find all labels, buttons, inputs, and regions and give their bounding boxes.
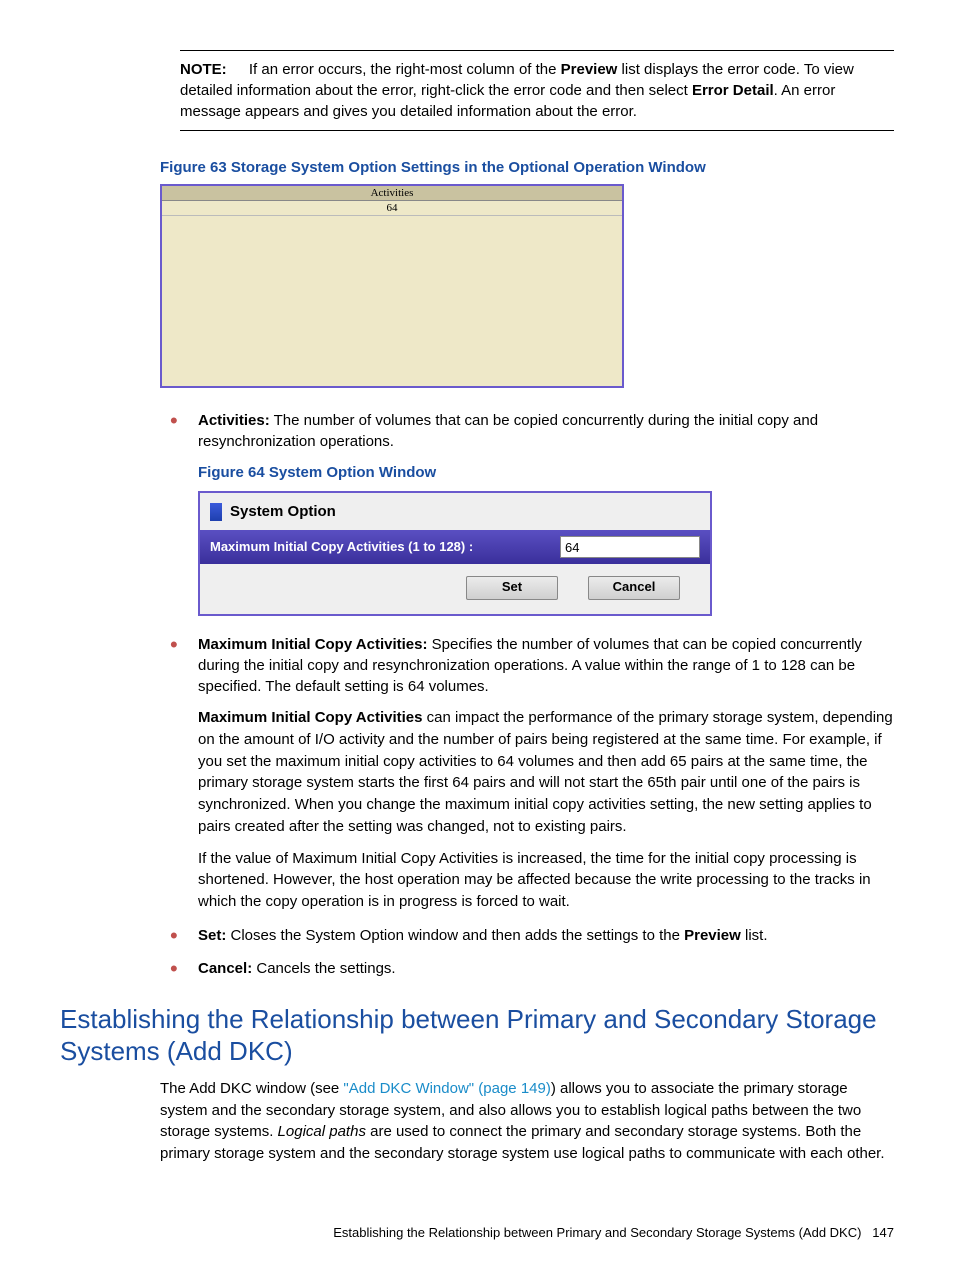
set-t1: Closes the System Option window and then… — [226, 927, 684, 944]
note-error-detail: Error Detail — [692, 82, 774, 99]
mica-p2: Maximum Initial Copy Activities can impa… — [198, 707, 894, 838]
figure-63-caption: Figure 63 Storage System Option Settings… — [160, 159, 894, 176]
activities-text: The number of volumes that can be copied… — [198, 412, 818, 450]
note-text-1: If an error occurs, the right-most colum… — [249, 61, 561, 78]
figure-64-block: Figure 64 System Option Window System Op… — [198, 462, 894, 616]
figure-63-header: Activities — [162, 186, 622, 201]
set-button[interactable]: Set — [466, 576, 558, 600]
field-label: Maximum Initial Copy Activities (1 to 12… — [210, 538, 473, 556]
cancel-label: Cancel: — [198, 960, 252, 977]
title-icon — [210, 503, 222, 521]
list-item-activities: Activities: The number of volumes that c… — [170, 410, 894, 616]
mica-label: Maximum Initial Copy Activities: — [198, 636, 428, 653]
note-label: NOTE: — [180, 61, 227, 78]
list-item-mica: Maximum Initial Copy Activities: Specifi… — [170, 634, 894, 913]
section-heading: Establishing the Relationship between Pr… — [60, 1003, 894, 1068]
section-paragraph: The Add DKC window (see "Add DKC Window"… — [160, 1078, 894, 1165]
activities-input[interactable] — [560, 536, 700, 558]
mica-p3: If the value of Maximum Initial Copy Act… — [198, 848, 894, 913]
add-dkc-link[interactable]: "Add DKC Window" (page 149) — [343, 1080, 550, 1097]
mica-p2a: Maximum Initial Copy Activities — [198, 709, 423, 726]
set-preview: Preview — [684, 927, 741, 944]
figure-63-block: Figure 63 Storage System Option Settings… — [160, 159, 894, 388]
system-option-titlebar: System Option — [200, 493, 710, 530]
activities-label: Activities: — [198, 412, 270, 429]
footer-text: Establishing the Relationship between Pr… — [333, 1225, 861, 1240]
set-label: Set: — [198, 927, 226, 944]
figure-64-caption: Figure 64 System Option Window — [198, 462, 894, 483]
cancel-text: Cancels the settings. — [252, 960, 395, 977]
figure-63-value: 64 — [162, 201, 622, 216]
system-option-title: System Option — [230, 501, 336, 522]
note-preview: Preview — [561, 61, 618, 78]
set-t2: list. — [741, 927, 768, 944]
button-row: Set Cancel — [200, 564, 710, 614]
system-option-dialog: System Option Maximum Initial Copy Activ… — [198, 491, 712, 616]
footer-page: 147 — [872, 1225, 894, 1240]
logical-paths: Logical paths — [278, 1123, 366, 1140]
cancel-button[interactable]: Cancel — [588, 576, 680, 600]
mica-p2b: can impact the performance of the primar… — [198, 709, 893, 835]
sec-t1: The Add DKC window (see — [160, 1080, 343, 1097]
figure-63-panel: Activities 64 — [160, 184, 624, 388]
list-item-cancel: Cancel: Cancels the settings. — [170, 958, 894, 979]
note-box: NOTE: If an error occurs, the right-most… — [180, 50, 894, 131]
field-row: Maximum Initial Copy Activities (1 to 12… — [200, 530, 710, 564]
page-footer: Establishing the Relationship between Pr… — [60, 1225, 894, 1240]
list-item-set: Set: Closes the System Option window and… — [170, 925, 894, 946]
